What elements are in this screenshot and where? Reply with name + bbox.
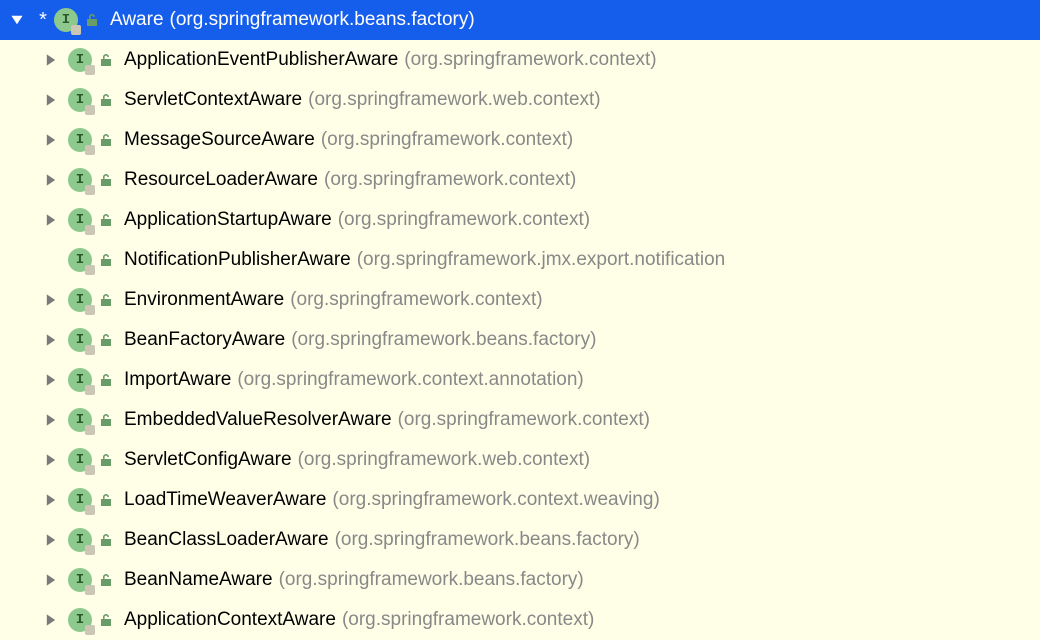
unlock-icon (82, 10, 102, 30)
unlock-icon (96, 530, 116, 550)
interface-icon: I (68, 168, 92, 192)
package-name: (org.springframework.context) (324, 169, 576, 191)
expand-toggle[interactable] (40, 329, 62, 351)
expand-toggle[interactable] (40, 49, 62, 71)
package-name: (org.springframework.context) (321, 129, 573, 151)
unlock-icon (96, 210, 116, 230)
interface-icon: I (68, 288, 92, 312)
unlock-icon (96, 490, 116, 510)
expand-toggle[interactable] (40, 609, 62, 631)
unlock-icon (96, 370, 116, 390)
expand-toggle[interactable] (40, 449, 62, 471)
package-name: (org.springframework.beans.factory) (335, 529, 640, 551)
class-name: BeanClassLoaderAware (124, 529, 329, 551)
expand-toggle[interactable] (40, 289, 62, 311)
unlock-icon (96, 290, 116, 310)
tree-row[interactable]: I BeanFactoryAware (org.springframework.… (0, 320, 1040, 360)
class-name: ResourceLoaderAware (124, 169, 318, 191)
tree-row[interactable]: I BeanNameAware (org.springframework.bea… (0, 560, 1040, 600)
tree-row-root[interactable]: * I Aware (org.springframework.beans.fac… (0, 0, 1040, 40)
package-name: (org.springframework.web.context) (308, 89, 601, 111)
tree-row[interactable]: I ImportAware (org.springframework.conte… (0, 360, 1040, 400)
class-name: EnvironmentAware (124, 289, 284, 311)
package-name: (org.springframework.context.annotation) (237, 369, 583, 391)
unlock-icon (96, 250, 116, 270)
package-name: (org.springframework.beans.factory) (291, 329, 596, 351)
class-name: NotificationPublisherAware (124, 249, 351, 271)
expand-toggle[interactable] (40, 529, 62, 551)
expand-toggle[interactable] (40, 369, 62, 391)
tree-row[interactable]: I ApplicationEventPublisherAware (org.sp… (0, 40, 1040, 80)
package-name: (org.springframework.context) (338, 209, 590, 231)
class-name: ApplicationEventPublisherAware (124, 49, 398, 71)
interface-icon: I (68, 368, 92, 392)
package-name: (org.springframework.beans.factory) (170, 9, 475, 31)
tree-row[interactable]: I ResourceLoaderAware (org.springframewo… (0, 160, 1040, 200)
type-hierarchy-tree: * I Aware (org.springframework.beans.fac… (0, 0, 1040, 640)
package-name: (org.springframework.beans.factory) (279, 569, 584, 591)
interface-icon: I (68, 608, 92, 632)
interface-icon: I (68, 248, 92, 272)
package-name: (org.springframework.context.weaving) (332, 489, 659, 511)
class-name: ServletConfigAware (124, 449, 292, 471)
interface-icon: I (54, 8, 78, 32)
unlock-icon (96, 570, 116, 590)
unlock-icon (96, 130, 116, 150)
interface-icon: I (68, 328, 92, 352)
class-name: Aware (110, 9, 164, 31)
expand-toggle[interactable] (40, 569, 62, 591)
interface-icon: I (68, 528, 92, 552)
tree-row[interactable]: I ApplicationStartupAware (org.springfra… (0, 200, 1040, 240)
tree-row[interactable]: I LoadTimeWeaverAware (org.springframewo… (0, 480, 1040, 520)
interface-icon: I (68, 88, 92, 112)
expand-toggle[interactable] (40, 89, 62, 111)
tree-row[interactable]: I BeanClassLoaderAware (org.springframew… (0, 520, 1040, 560)
expand-toggle[interactable] (40, 169, 62, 191)
class-name: ImportAware (124, 369, 231, 391)
unlock-icon (96, 330, 116, 350)
class-name: BeanNameAware (124, 569, 273, 591)
class-name: BeanFactoryAware (124, 329, 285, 351)
package-name: (org.springframework.context) (398, 409, 650, 431)
unlock-icon (96, 410, 116, 430)
tree-row[interactable]: I EmbeddedValueResolverAware (org.spring… (0, 400, 1040, 440)
class-name: LoadTimeWeaverAware (124, 489, 326, 511)
package-name: (org.springframework.context) (404, 49, 656, 71)
tree-row[interactable]: I EnvironmentAware (org.springframework.… (0, 280, 1040, 320)
class-name: EmbeddedValueResolverAware (124, 409, 392, 431)
unlock-icon (96, 50, 116, 70)
package-name: (org.springframework.jmx.export.notifica… (357, 249, 726, 271)
unlock-icon (96, 450, 116, 470)
expand-toggle[interactable] (40, 129, 62, 151)
class-name: ApplicationContextAware (124, 609, 336, 631)
tree-row[interactable]: I ServletContextAware (org.springframewo… (0, 80, 1040, 120)
interface-icon: I (68, 48, 92, 72)
interface-icon: I (68, 448, 92, 472)
tree-row[interactable]: I ServletConfigAware (org.springframewor… (0, 440, 1040, 480)
unlock-icon (96, 610, 116, 630)
class-name: MessageSourceAware (124, 129, 315, 151)
unlock-icon (96, 170, 116, 190)
class-name: ApplicationStartupAware (124, 209, 332, 231)
interface-icon: I (68, 408, 92, 432)
package-name: (org.springframework.context) (342, 609, 594, 631)
unlock-icon (96, 90, 116, 110)
tree-row[interactable]: I MessageSourceAware (org.springframewor… (0, 120, 1040, 160)
package-name: (org.springframework.web.context) (298, 449, 591, 471)
tree-row[interactable]: I ApplicationContextAware (org.springfra… (0, 600, 1040, 640)
expand-toggle[interactable] (6, 9, 28, 31)
expand-toggle[interactable] (40, 209, 62, 231)
interface-icon: I (68, 488, 92, 512)
package-name: (org.springframework.context) (290, 289, 542, 311)
tree-row[interactable]: I NotificationPublisherAware (org.spring… (0, 240, 1040, 280)
expand-toggle[interactable] (40, 489, 62, 511)
interface-icon: I (68, 128, 92, 152)
expand-toggle[interactable] (40, 409, 62, 431)
interface-icon: I (68, 568, 92, 592)
interface-icon: I (68, 208, 92, 232)
modified-indicator: * (34, 9, 52, 32)
class-name: ServletContextAware (124, 89, 302, 111)
